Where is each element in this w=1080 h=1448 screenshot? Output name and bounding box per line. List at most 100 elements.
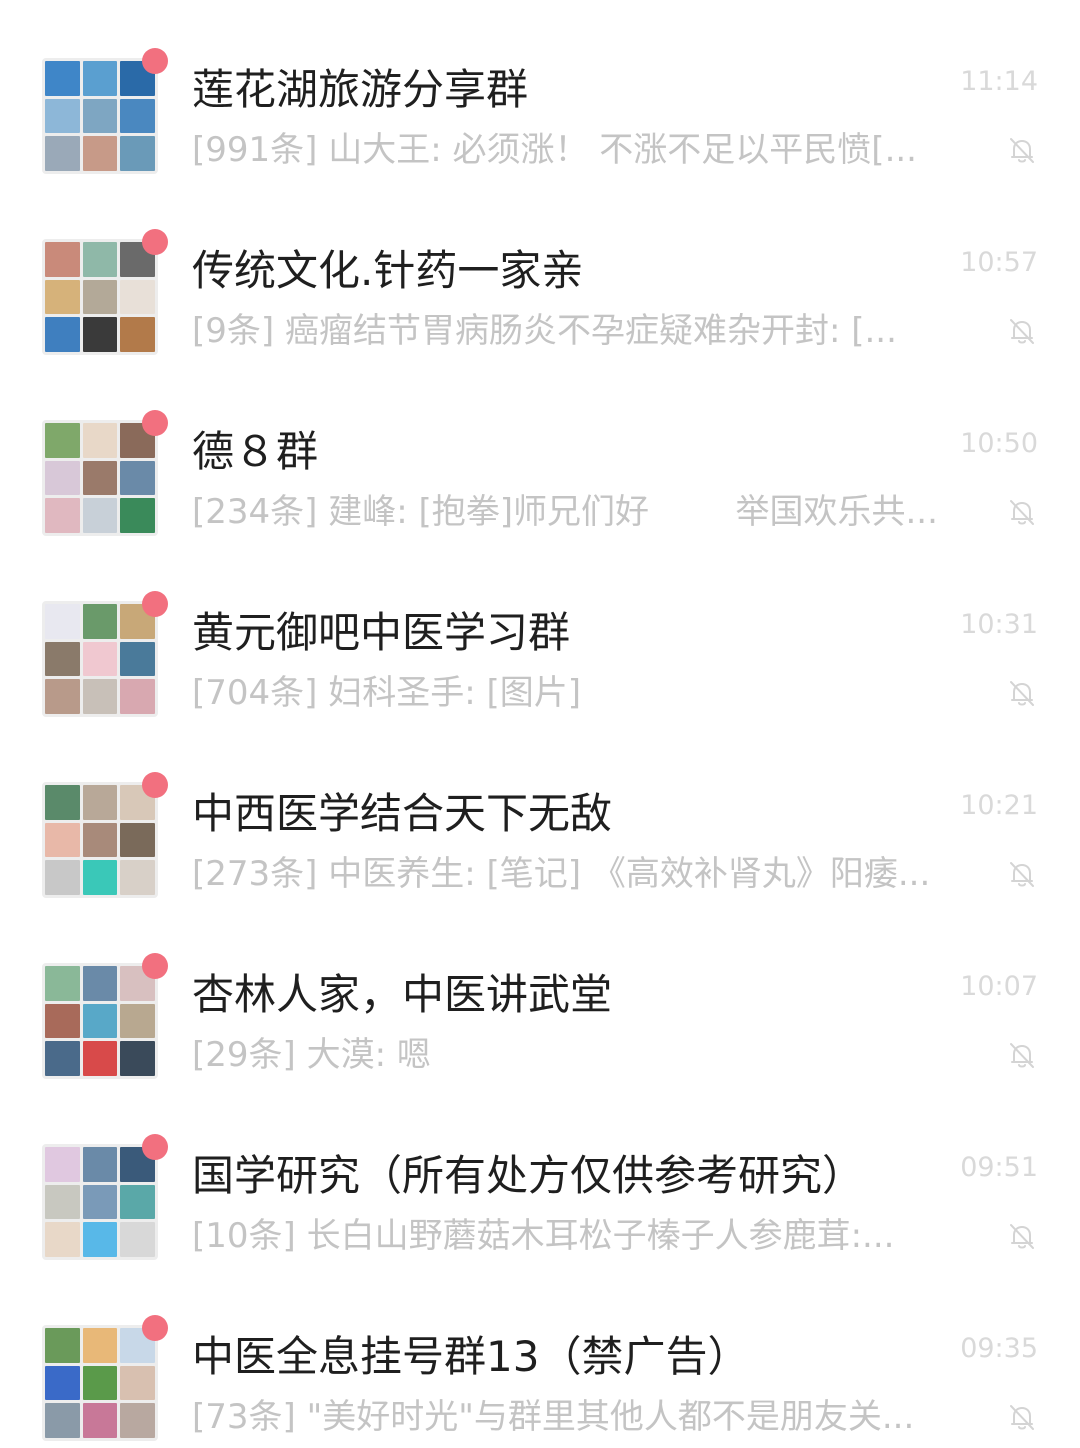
member-avatar-tile: [45, 641, 80, 677]
mute-bell-icon: [1010, 862, 1034, 887]
chat-time: 09:35: [960, 1333, 1038, 1364]
chat-list: 莲花湖旅游分享群 11:14 [991条] 山大王: 必须涨！ 不涨不足以平民愤[.…: [0, 0, 1080, 1441]
chat-time: 10:07: [960, 971, 1038, 1002]
member-avatar-tile: [82, 423, 118, 458]
member-avatar-tile: [45, 279, 80, 315]
member-avatar-tile: [45, 1222, 80, 1257]
member-avatar-tile: [45, 1328, 80, 1363]
chat-preview: [273条] 中医养生: [笔记] 《高效补肾丸》阳痿...: [192, 854, 931, 894]
member-avatar-tile: [45, 1003, 80, 1039]
member-avatar-tile: [120, 1184, 155, 1220]
group-avatar[interactable]: [42, 229, 168, 355]
member-avatar-tile: [45, 785, 80, 820]
member-avatar-tile: [45, 1147, 80, 1182]
chat-row[interactable]: 国学研究（所有处方仅供参考研究） 09:51 [10条] 长白山野蘑菇木耳松子榛子人…: [0, 1086, 1080, 1267]
unread-dot: [142, 48, 168, 74]
member-avatar-tile: [82, 1365, 118, 1401]
chat-time: 10:50: [960, 428, 1038, 459]
chat-name: 国学研究（所有处方仅供参考研究）: [192, 1151, 865, 1200]
chat-time: 10:21: [960, 790, 1038, 821]
unread-dot: [142, 953, 168, 979]
group-avatar-grid: [42, 420, 158, 536]
group-avatar[interactable]: [42, 772, 168, 898]
member-avatar-tile: [45, 61, 80, 96]
member-avatar-tile: [82, 98, 118, 134]
member-avatar-tile: [120, 641, 155, 677]
chat-time: 11:14: [960, 66, 1038, 97]
chat-name: 传统文化.针药一家亲: [192, 246, 584, 295]
chat-row[interactable]: 杏林人家，中医讲武堂 10:07 [29条] 大漠: 嗯: [0, 905, 1080, 1086]
chat-preview: [9条] 癌瘤结节胃病肠炎不孕症疑难杂开封: [...: [192, 311, 897, 351]
member-avatar-tile: [45, 1403, 80, 1438]
member-avatar-tile: [82, 279, 118, 315]
unread-dot: [142, 591, 168, 617]
mute-bell-icon: [1010, 681, 1034, 706]
group-avatar[interactable]: [42, 1315, 168, 1441]
member-avatar-tile: [45, 317, 80, 352]
member-avatar-tile: [82, 1328, 118, 1363]
group-avatar[interactable]: [42, 48, 168, 174]
member-avatar-tile: [120, 136, 155, 171]
member-avatar-tile: [120, 1041, 155, 1076]
member-avatar-tile: [82, 61, 118, 96]
member-avatar-tile: [120, 98, 155, 134]
chat-time: 10:31: [960, 609, 1038, 640]
member-avatar-tile: [45, 966, 80, 1001]
member-avatar-tile: [120, 1365, 155, 1401]
member-avatar-tile: [120, 822, 155, 858]
group-avatar-grid: [42, 782, 158, 898]
chat-row[interactable]: 中西医学结合天下无敌 10:21 [273条] 中医养生: [笔记] 《高效补肾丸》…: [0, 724, 1080, 905]
member-avatar-tile: [82, 679, 118, 714]
chat-name: 杏林人家，中医讲武堂: [192, 970, 613, 1019]
member-avatar-tile: [45, 679, 80, 714]
member-avatar-tile: [120, 1222, 155, 1257]
member-avatar-tile: [82, 1222, 118, 1257]
member-avatar-tile: [120, 1403, 155, 1438]
member-avatar-tile: [82, 1041, 118, 1076]
member-avatar-tile: [82, 460, 118, 496]
group-avatar-grid: [42, 963, 158, 1079]
member-avatar-tile: [120, 679, 155, 714]
member-avatar-tile: [82, 1403, 118, 1438]
member-avatar-tile: [45, 136, 80, 171]
member-avatar-tile: [45, 822, 80, 858]
chat-row[interactable]: 德８群 10:50 [234条] 建峰: [抱拳]师兄们好 举国欢乐共...: [0, 362, 1080, 543]
unread-dot: [142, 229, 168, 255]
chat-preview: [991条] 山大王: 必须涨！ 不涨不足以平民愤[...: [192, 130, 917, 170]
unread-dot: [142, 1315, 168, 1341]
mute-bell-icon: [1010, 1405, 1034, 1430]
mute-bell-icon: [1010, 1043, 1034, 1068]
group-avatar-grid: [42, 1144, 158, 1260]
unread-dot: [142, 410, 168, 436]
chat-time: 10:57: [960, 247, 1038, 278]
member-avatar-tile: [82, 1147, 118, 1182]
group-avatar[interactable]: [42, 410, 168, 536]
mute-bell-icon: [1010, 319, 1034, 344]
mute-bell-icon: [1010, 500, 1034, 525]
member-avatar-tile: [45, 242, 80, 277]
group-avatar[interactable]: [42, 1134, 168, 1260]
member-avatar-tile: [45, 1041, 80, 1076]
group-avatar-grid: [42, 1325, 158, 1441]
member-avatar-tile: [82, 860, 118, 895]
unread-dot: [142, 1134, 168, 1160]
chat-row[interactable]: 黄元御吧中医学习群 10:31 [704条] 妇科圣手: [图片]: [0, 543, 1080, 724]
group-avatar[interactable]: [42, 591, 168, 717]
chat-preview: [29条] 大漠: 嗯: [192, 1035, 431, 1075]
chat-name: 黄元御吧中医学习群: [192, 608, 571, 657]
chat-row[interactable]: 传统文化.针药一家亲 10:57 [9条] 癌瘤结节胃病肠炎不孕症疑难杂开封: [.…: [0, 181, 1080, 362]
chat-row[interactable]: 中医全息挂号群13（禁广告） 09:35 [73条] "美好时光"与群里其他人都不是…: [0, 1267, 1080, 1448]
member-avatar-tile: [120, 460, 155, 496]
member-avatar-tile: [120, 860, 155, 895]
member-avatar-tile: [82, 242, 118, 277]
chat-time: 09:51: [960, 1152, 1038, 1183]
member-avatar-tile: [45, 604, 80, 639]
member-avatar-tile: [82, 317, 118, 352]
chat-name: 莲花湖旅游分享群: [192, 65, 529, 114]
chat-preview: [10条] 长白山野蘑菇木耳松子榛子人参鹿茸:...: [192, 1216, 895, 1256]
member-avatar-tile: [120, 498, 155, 533]
chat-row[interactable]: 莲花湖旅游分享群 11:14 [991条] 山大王: 必须涨！ 不涨不足以平民愤[.…: [0, 0, 1080, 181]
member-avatar-tile: [82, 1184, 118, 1220]
group-avatar[interactable]: [42, 953, 168, 1079]
member-avatar-tile: [82, 785, 118, 820]
